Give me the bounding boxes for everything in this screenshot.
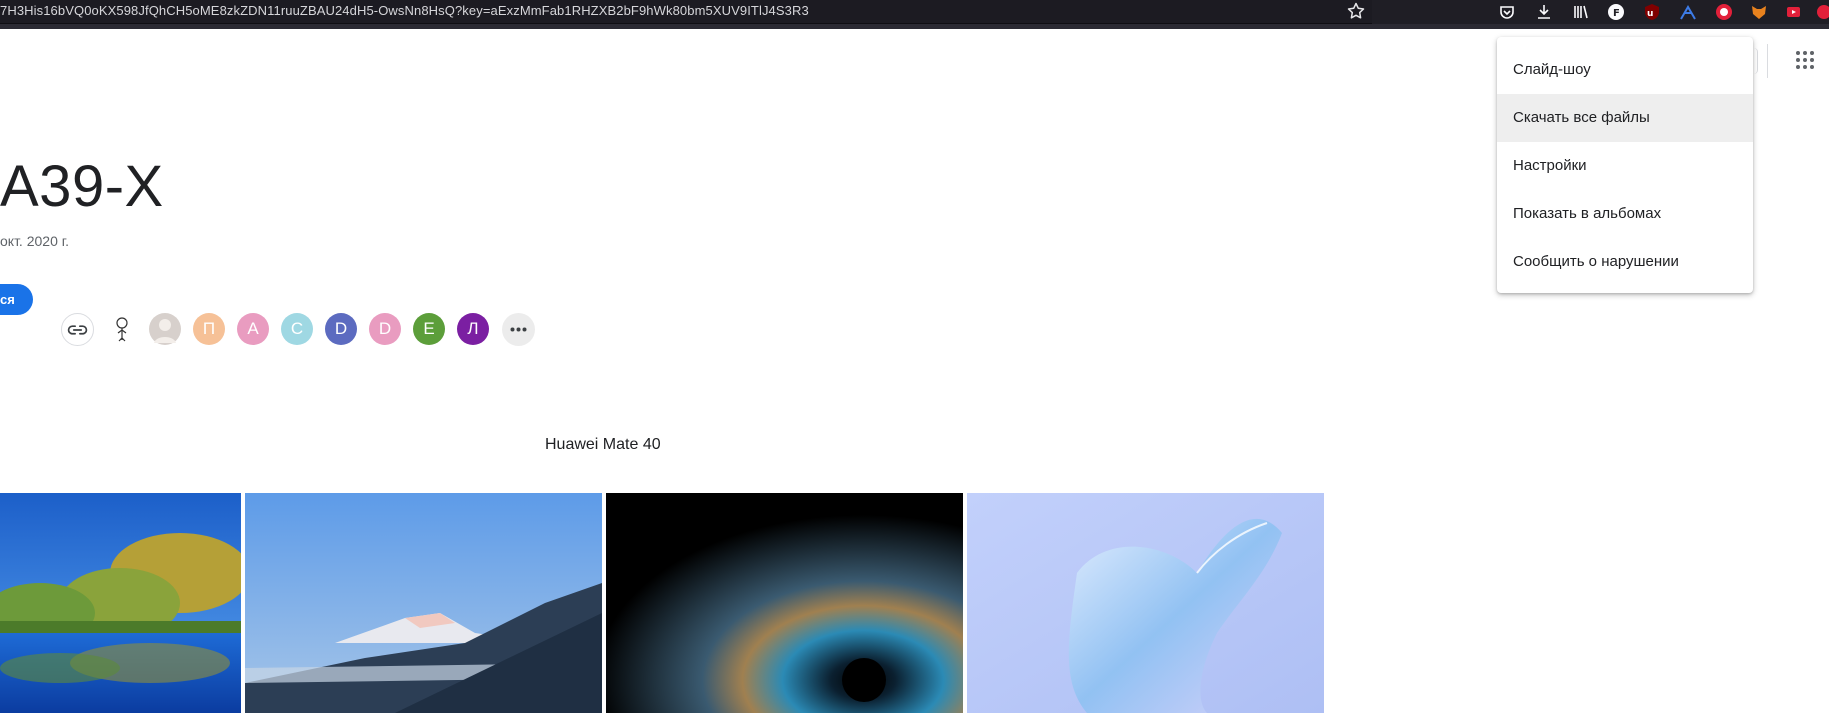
member-avatar[interactable] <box>149 313 181 345</box>
menu-item-download-all[interactable]: Скачать все файлы <box>1497 94 1753 142</box>
photo-tile-burst[interactable] <box>606 493 963 713</box>
library-icon[interactable] <box>1572 3 1590 21</box>
extension-record-icon[interactable] <box>1715 3 1733 21</box>
svg-text:F: F <box>1613 8 1620 19</box>
menu-item-settings[interactable]: Настройки <box>1497 142 1753 190</box>
member-avatar[interactable]: Л <box>457 313 489 345</box>
copy-link-button[interactable] <box>61 313 94 346</box>
extension-fox-icon[interactable] <box>1750 3 1768 21</box>
album-title: A39-X <box>0 154 164 219</box>
more-members-button[interactable] <box>502 313 535 346</box>
svg-text:u: u <box>1647 9 1653 19</box>
url-bar[interactable]: 7H3His16bVQ0oKX598JfQhCH5oME8zkZDN11ruuZ… <box>0 0 1372 24</box>
photo-tile-abstract[interactable] <box>967 493 1324 713</box>
menu-item-report[interactable]: Сообщить о нарушении <box>1497 238 1753 286</box>
menu-item-slideshow[interactable]: Слайд-шоу <box>1497 46 1753 94</box>
extension-partial-icon[interactable] <box>1815 3 1829 21</box>
join-album-button[interactable]: ся <box>0 284 33 315</box>
member-avatar[interactable]: D <box>325 313 357 345</box>
avatar-drawing-icon <box>116 317 128 342</box>
member-avatar[interactable] <box>106 313 138 345</box>
bookmark-star-icon[interactable] <box>1346 1 1366 21</box>
extension-youtube-icon[interactable] <box>1786 3 1804 21</box>
more-horizontal-icon <box>510 327 527 332</box>
member-avatar[interactable]: А <box>237 313 269 345</box>
pocket-icon[interactable] <box>1498 3 1516 21</box>
extension-arrow-icon[interactable] <box>1679 3 1697 21</box>
member-avatar[interactable]: П <box>193 313 225 345</box>
photo-caption: Huawei Mate 40 <box>545 436 661 453</box>
google-apps-icon[interactable] <box>1795 50 1815 70</box>
url-text[interactable]: 7H3His16bVQ0oKX598JfQhCH5oME8zkZDN11ruuZ… <box>0 3 809 18</box>
link-icon <box>67 325 88 335</box>
member-avatar[interactable]: D <box>369 313 401 345</box>
photo-tile-lake-trees[interactable] <box>0 493 241 713</box>
photo-tile-mountain[interactable] <box>245 493 602 713</box>
member-avatar[interactable]: Е <box>413 313 445 345</box>
album-options-menu: Слайд-шоу Скачать все файлы Настройки Показ… <box>1497 37 1753 293</box>
album-date: окт. 2020 г. <box>0 233 70 249</box>
join-album-label: ся <box>0 292 15 307</box>
extension-ublock-icon[interactable]: u <box>1643 3 1661 21</box>
avatar-photo-icon <box>154 319 176 343</box>
member-avatar[interactable]: С <box>281 313 313 345</box>
download-icon[interactable] <box>1535 3 1553 21</box>
menu-item-show-in-albums[interactable]: Показать в альбомах <box>1497 190 1753 238</box>
header-divider <box>1767 44 1768 78</box>
extension-f-icon[interactable]: F <box>1607 3 1625 21</box>
